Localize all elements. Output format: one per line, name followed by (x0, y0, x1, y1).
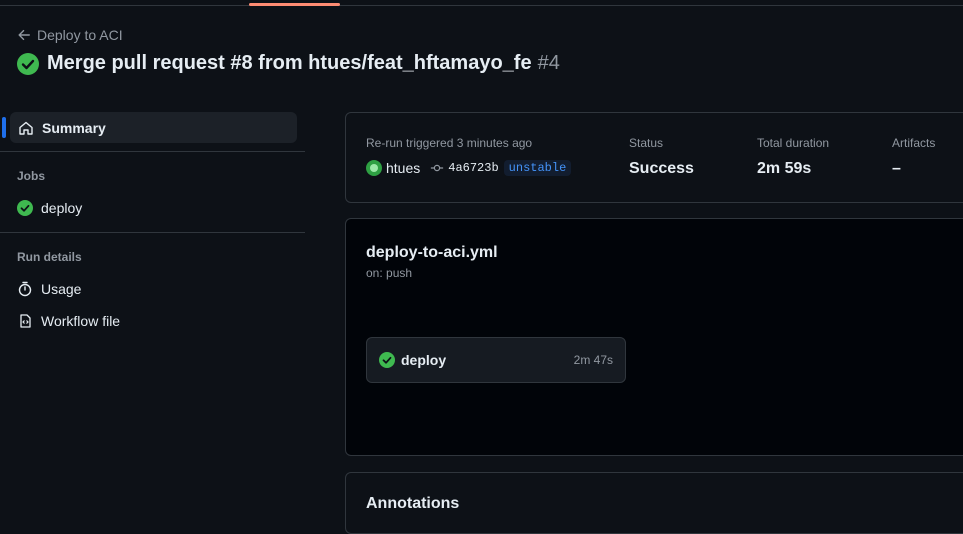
workflow-trigger: on: push (366, 266, 413, 280)
back-link-label: Deploy to ACI (37, 27, 123, 43)
jobs-heading: Jobs (17, 169, 46, 183)
sidebar-item-workflow-file[interactable]: Workflow file (17, 313, 120, 329)
workflow-file-icon (20, 314, 31, 328)
sidebar-item-label: Summary (42, 119, 106, 136)
arrow-left-icon (18, 29, 30, 41)
commit-icon (431, 164, 444, 172)
check-circle-icon (17, 52, 39, 75)
run-number: #4 (537, 52, 560, 74)
run-summary-card: Re-run triggered 3 minutes ago htues 4a6… (345, 112, 963, 203)
sidebar-item-label: Usage (41, 281, 82, 297)
trigger-details: htues 4a6723b unstable (366, 160, 572, 176)
job-duration: 2m 47s (573, 353, 613, 367)
status-label: Status (629, 136, 664, 150)
actor-link[interactable]: htues (386, 160, 420, 176)
duration-value: 2m 59s (757, 160, 812, 177)
sidebar-item-summary[interactable]: Summary (2, 112, 297, 143)
duration-label: Total duration (757, 136, 830, 150)
workflow-file-name: deploy-to-aci.yml (366, 244, 498, 261)
commit-sha-link[interactable]: 4a6723b (448, 161, 498, 175)
sidebar-item-job-deploy[interactable]: deploy (17, 200, 82, 216)
check-circle-icon (379, 352, 395, 368)
annotations-title: Annotations (366, 495, 460, 512)
top-nav-bar (0, 0, 963, 6)
check-circle-icon (17, 200, 33, 216)
annotations-card: Annotations (345, 472, 963, 534)
trigger-text: Re-run triggered 3 minutes ago (366, 136, 533, 150)
run-title: Merge pull request #8 from htues/feat_hf… (47, 52, 532, 74)
page-title: Merge pull request #8 from htues/feat_hf… (17, 52, 560, 75)
sidebar-item-label: deploy (41, 200, 83, 216)
artifacts-value: – (892, 160, 901, 177)
branch-badge[interactable]: unstable (503, 160, 572, 176)
stopwatch-icon (18, 281, 32, 297)
back-link[interactable]: Deploy to ACI (17, 26, 123, 44)
active-indicator (2, 117, 6, 138)
workflow-graph-card: deploy-to-aci.yml on: push deploy 2m 47s (345, 218, 963, 456)
sidebar-item-usage[interactable]: Usage (17, 281, 81, 297)
artifacts-label: Artifacts (892, 136, 936, 150)
divider (0, 151, 305, 152)
home-icon (19, 121, 33, 135)
job-node-deploy[interactable]: deploy 2m 47s (366, 337, 626, 383)
avatar[interactable] (366, 160, 382, 176)
job-name: deploy (401, 352, 447, 368)
run-details-heading: Run details (17, 250, 82, 264)
status-value: Success (629, 160, 694, 177)
sidebar-item-label: Workflow file (41, 313, 121, 329)
active-tab-underline (249, 3, 340, 6)
divider (0, 232, 305, 233)
